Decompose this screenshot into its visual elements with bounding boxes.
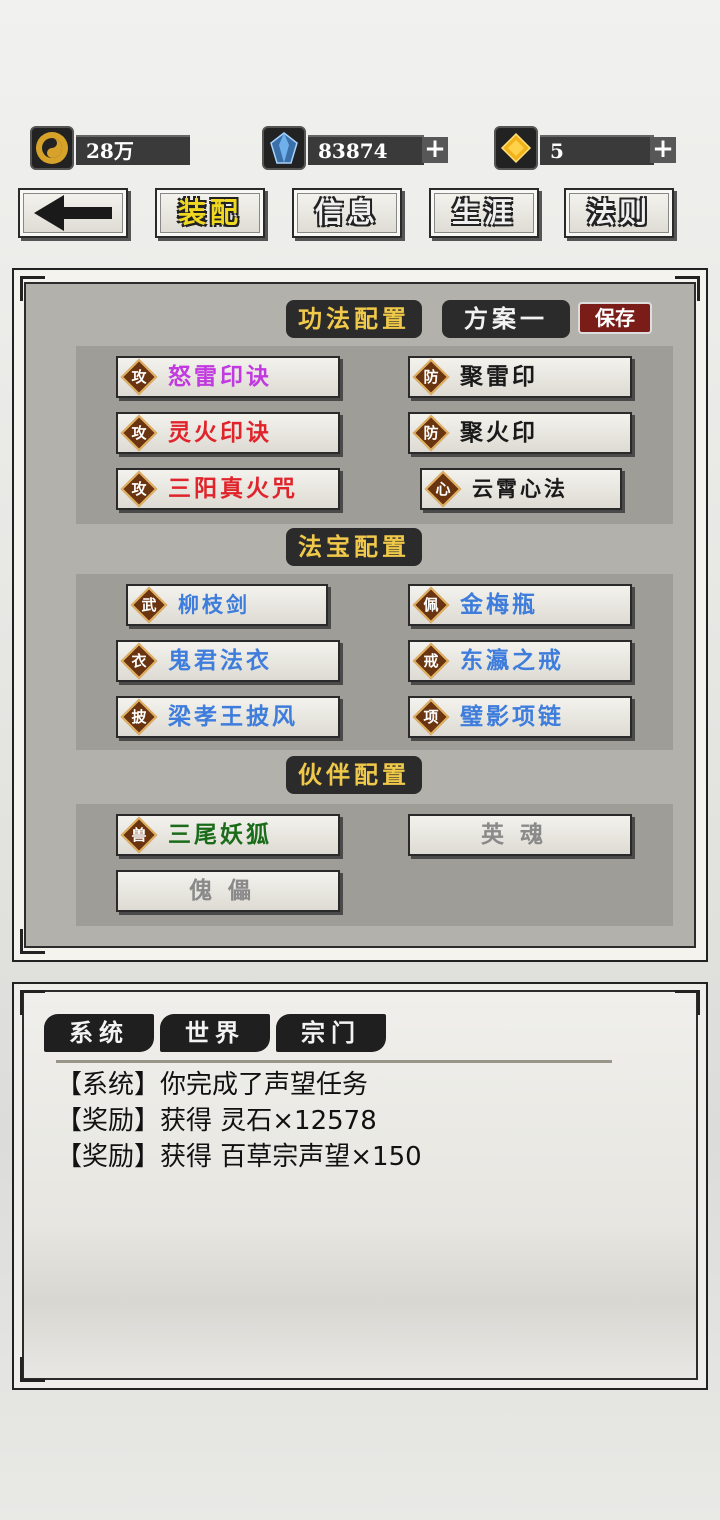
taiji-amount: 28万: [76, 135, 190, 165]
fabao-ring-slot[interactable]: 戒 东瀛之戒: [408, 640, 632, 682]
chat-message: 【奖励】获得 百草宗声望×150: [56, 1142, 422, 1172]
heart-badge-icon: 心: [424, 470, 462, 508]
save-button[interactable]: 保存: [578, 302, 652, 334]
tab-equip[interactable]: 装配: [155, 188, 265, 238]
fabao-name: 璧影项链: [460, 703, 564, 730]
fabao-robe-slot[interactable]: 衣 鬼君法衣: [116, 640, 340, 682]
corner-ornament: [20, 276, 45, 301]
necklace-badge-icon: 项: [412, 698, 450, 736]
tab-rules[interactable]: 法则: [564, 188, 674, 238]
tab-career[interactable]: 生涯: [429, 188, 539, 238]
resource-taiji: 28万: [30, 126, 192, 170]
fabao-weapon-slot[interactable]: 武 柳枝剑: [126, 584, 328, 626]
gongfa-name: 云霄心法: [472, 476, 568, 501]
gongfa-name: 三阳真火咒: [168, 475, 298, 502]
tab-system[interactable]: 系统: [44, 1014, 154, 1052]
crystal-add-button[interactable]: +: [422, 136, 448, 163]
resource-crystal: 83874 +: [262, 126, 450, 170]
gongfa-slot-4[interactable]: 防 聚雷印: [408, 356, 632, 398]
fabao-title: 法宝配置: [286, 528, 422, 566]
defense-badge-icon: 防: [412, 414, 450, 452]
robe-badge-icon: 衣: [120, 642, 158, 680]
gongfa-slot-5[interactable]: 防 聚火印: [408, 412, 632, 454]
gongfa-title: 功法配置: [286, 300, 422, 338]
crystal-amount: 83874: [308, 135, 424, 165]
pendant-badge-icon: 佩: [412, 586, 450, 624]
corner-ornament: [20, 929, 45, 954]
fabao-name: 鬼君法衣: [168, 647, 272, 674]
resource-gold: 5 +: [494, 126, 680, 170]
pet-slot[interactable]: 兽 三尾妖狐: [116, 814, 340, 856]
gongfa-name: 聚雷印: [460, 363, 538, 390]
spirit-slot-label: 英魂: [481, 821, 559, 848]
gongfa-slot-2[interactable]: 攻 灵火印诀: [116, 412, 340, 454]
pet-name: 三尾妖狐: [168, 821, 272, 848]
fabao-name: 东瀛之戒: [460, 647, 564, 674]
corner-ornament: [20, 1357, 45, 1382]
chat-message: 【奖励】获得 灵石×12578: [56, 1106, 377, 1136]
gongfa-slot-6[interactable]: 心 云霄心法: [420, 468, 622, 510]
gongfa-name: 怒雷印诀: [168, 363, 272, 390]
gongfa-slot-3[interactable]: 攻 三阳真火咒: [116, 468, 340, 510]
fabao-cape-slot[interactable]: 披 梁孝王披风: [116, 696, 340, 738]
cape-badge-icon: 披: [120, 698, 158, 736]
huoban-section: 兽 三尾妖狐 英魂 傀儡: [76, 804, 673, 926]
chat-inner: 系统 世界 宗门 【系统】你完成了声望任务 【奖励】获得 灵石×12578 【奖…: [22, 990, 698, 1380]
chat-message: 【系统】你完成了声望任务: [56, 1070, 369, 1100]
equip-panel: 功法配置 方案一 保存 攻 怒雷印诀 防 聚雷印 攻 灵火印诀 防 聚火印 攻 …: [12, 268, 708, 962]
tab-sect[interactable]: 宗门: [276, 1014, 386, 1052]
blue-crystal-icon: [262, 126, 306, 170]
fabao-name: 梁孝王披风: [168, 703, 298, 730]
ring-badge-icon: 戒: [412, 642, 450, 680]
divider: [56, 1060, 612, 1063]
scheme-selector[interactable]: 方案一: [442, 300, 570, 338]
fabao-section: 武 柳枝剑 佩 金梅瓶 衣 鬼君法衣 戒 东瀛之戒 披 梁孝王披风 项 璧影项链: [76, 574, 673, 750]
puppet-slot-label: 傀儡: [189, 877, 267, 904]
corner-ornament: [675, 990, 700, 1015]
fabao-pendant-slot[interactable]: 佩 金梅瓶: [408, 584, 632, 626]
gold-gem-icon: [494, 126, 538, 170]
gongfa-slot-1[interactable]: 攻 怒雷印诀: [116, 356, 340, 398]
puppet-slot[interactable]: 傀儡: [116, 870, 340, 912]
gongfa-name: 灵火印诀: [168, 419, 272, 446]
gold-amount: 5: [540, 135, 654, 165]
gongfa-section: 攻 怒雷印诀 防 聚雷印 攻 灵火印诀 防 聚火印 攻 三阳真火咒 心 云霄心法: [76, 346, 673, 524]
gongfa-name: 聚火印: [460, 419, 538, 446]
corner-ornament: [675, 276, 700, 301]
defense-badge-icon: 防: [412, 358, 450, 396]
chat-panel: 系统 世界 宗门 【系统】你完成了声望任务 【奖励】获得 灵石×12578 【奖…: [12, 982, 708, 1390]
tab-world[interactable]: 世界: [160, 1014, 270, 1052]
fabao-name: 金梅瓶: [460, 591, 538, 618]
fabao-name: 柳枝剑: [178, 592, 250, 617]
huoban-title: 伙伴配置: [286, 756, 422, 794]
attack-badge-icon: 攻: [120, 470, 158, 508]
back-button[interactable]: [18, 188, 128, 238]
taiji-coin-icon: [30, 126, 74, 170]
attack-badge-icon: 攻: [120, 414, 158, 452]
tab-info[interactable]: 信息: [292, 188, 402, 238]
attack-badge-icon: 攻: [120, 358, 158, 396]
back-arrow-icon: [34, 195, 112, 231]
weapon-badge-icon: 武: [130, 586, 168, 624]
corner-ornament: [20, 990, 45, 1015]
equip-panel-inner: 功法配置 方案一 保存 攻 怒雷印诀 防 聚雷印 攻 灵火印诀 防 聚火印 攻 …: [24, 282, 696, 948]
gold-add-button[interactable]: +: [650, 136, 676, 163]
spirit-slot[interactable]: 英魂: [408, 814, 632, 856]
beast-badge-icon: 兽: [120, 816, 158, 854]
fabao-necklace-slot[interactable]: 项 璧影项链: [408, 696, 632, 738]
